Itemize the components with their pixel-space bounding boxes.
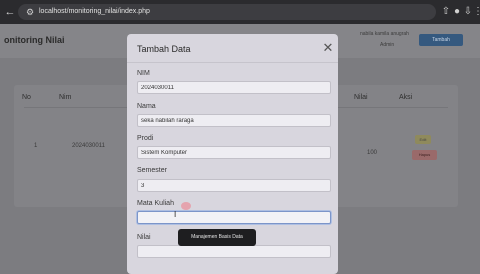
- cell-nim: 2024030011: [72, 143, 105, 149]
- back-arrow-icon[interactable]: ←: [4, 6, 16, 18]
- user-name: nabila kamila anugrah: [360, 31, 409, 37]
- nim-label: NIM: [137, 70, 150, 77]
- site-info-icon[interactable]: ⚙: [24, 6, 36, 18]
- edit-button[interactable]: Edit: [415, 135, 431, 144]
- cell-nilai: 100: [367, 150, 378, 156]
- browser-toolbar: ← ⚙ localhost/monitoring_nilai/index.php…: [0, 0, 480, 24]
- pointer-highlight: [181, 202, 191, 210]
- close-icon[interactable]: ✕: [321, 41, 335, 55]
- nilai-input[interactable]: [137, 245, 331, 258]
- prodi-label: Prodi: [137, 135, 154, 142]
- url-text: localhost/monitoring_nilai/index.php: [39, 8, 150, 15]
- nilai-label: Nilai: [137, 234, 151, 241]
- autocomplete-suggestion[interactable]: Manajemen Basis Data: [178, 229, 256, 246]
- delete-button[interactable]: Hapus: [412, 150, 437, 160]
- user-role: Admin: [380, 42, 395, 48]
- column-header-nim: Nim: [59, 94, 72, 101]
- add-data-button[interactable]: Tambah: [419, 34, 463, 46]
- modal-title: Tambah Data: [137, 44, 191, 54]
- mata-kuliah-label: Mata Kuliah: [137, 200, 174, 207]
- nim-input[interactable]: [137, 81, 331, 94]
- semester-label: Semester: [137, 167, 167, 174]
- menu-icon[interactable]: ⋮: [472, 6, 480, 18]
- mata-kuliah-input[interactable]: [137, 211, 331, 224]
- column-header-no: No: [22, 94, 31, 101]
- text-cursor-icon: I: [174, 210, 177, 219]
- nama-input[interactable]: [137, 114, 331, 127]
- semester-input[interactable]: [137, 179, 331, 192]
- modal-header-divider: [127, 62, 338, 63]
- prodi-input[interactable]: [137, 146, 331, 159]
- page-title: onitoring Nilai: [4, 35, 65, 45]
- column-header-nilai: Nilai: [354, 94, 368, 101]
- cell-no: 1: [34, 143, 38, 149]
- address-bar[interactable]: ⚙ localhost/monitoring_nilai/index.php: [18, 4, 436, 20]
- nama-label: Nama: [137, 103, 156, 110]
- column-header-aksi: Aksi: [399, 94, 413, 101]
